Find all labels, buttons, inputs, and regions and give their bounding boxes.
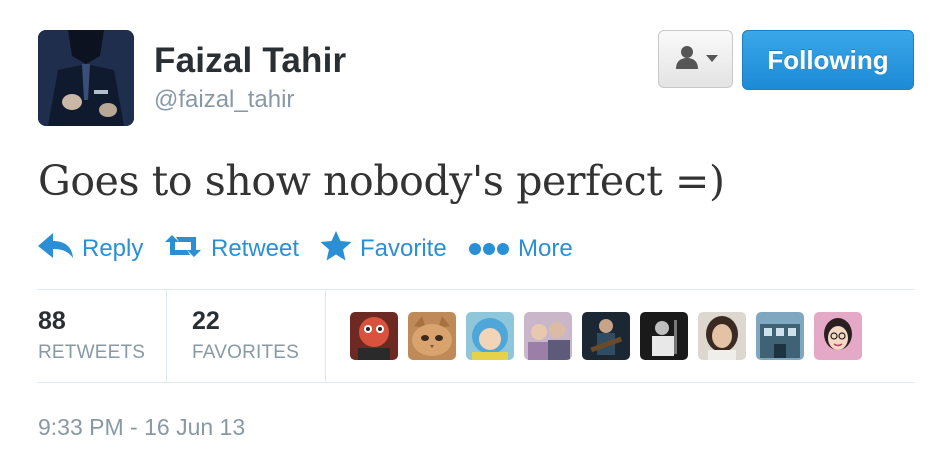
user-avatar-cartoon-girl[interactable] [814,312,862,360]
star-icon [320,230,352,268]
retweet-label: Retweet [211,235,300,262]
tweet-timestamp[interactable]: 9:33 PM - 16 Jun 13 [38,414,245,441]
divider-stat-1 [166,290,167,382]
more-action[interactable]: More [468,232,573,266]
favorite-action[interactable]: Favorite [320,230,447,268]
user-avatar-red-face[interactable] [350,312,398,360]
retweet-icon [163,233,203,266]
divider-bottom [38,382,914,383]
favorite-label: Favorite [360,235,447,262]
user-avatar-dark-stage[interactable] [640,312,688,360]
reply-label: Reply [82,235,144,262]
screen-name[interactable]: @faizal_tahir [154,86,294,114]
user-avatar-building[interactable] [756,312,804,360]
following-button[interactable]: Following [742,30,914,90]
retweet-action[interactable]: Retweet [163,232,299,266]
user-actions-dropdown-button[interactable] [658,30,733,88]
reply-action[interactable]: Reply [38,232,143,266]
divider-top [38,289,914,290]
user-avatar-guitarist[interactable] [582,312,630,360]
person-icon [674,44,700,75]
more-label: More [518,235,573,262]
retweets-label[interactable]: RETWEETS [38,342,145,364]
user-avatar-blue-hood-child[interactable] [466,312,514,360]
user-avatar-woman-portrait[interactable] [698,312,746,360]
more-dots-icon [468,235,510,263]
profile-avatar[interactable] [38,30,134,126]
favorites-label[interactable]: FAVORITES [192,342,299,364]
display-name[interactable]: Faizal Tahir [154,41,346,81]
favorites-count[interactable]: 22 [192,307,220,336]
user-avatar-group-photo[interactable] [524,312,572,360]
reply-icon [38,232,74,266]
user-avatar-cat[interactable] [408,312,456,360]
divider-stat-2 [325,290,326,382]
caret-down-icon [705,50,718,68]
retweets-count[interactable]: 88 [38,307,66,336]
tweet-text: Goes to show nobody's perfect =) [38,157,725,205]
